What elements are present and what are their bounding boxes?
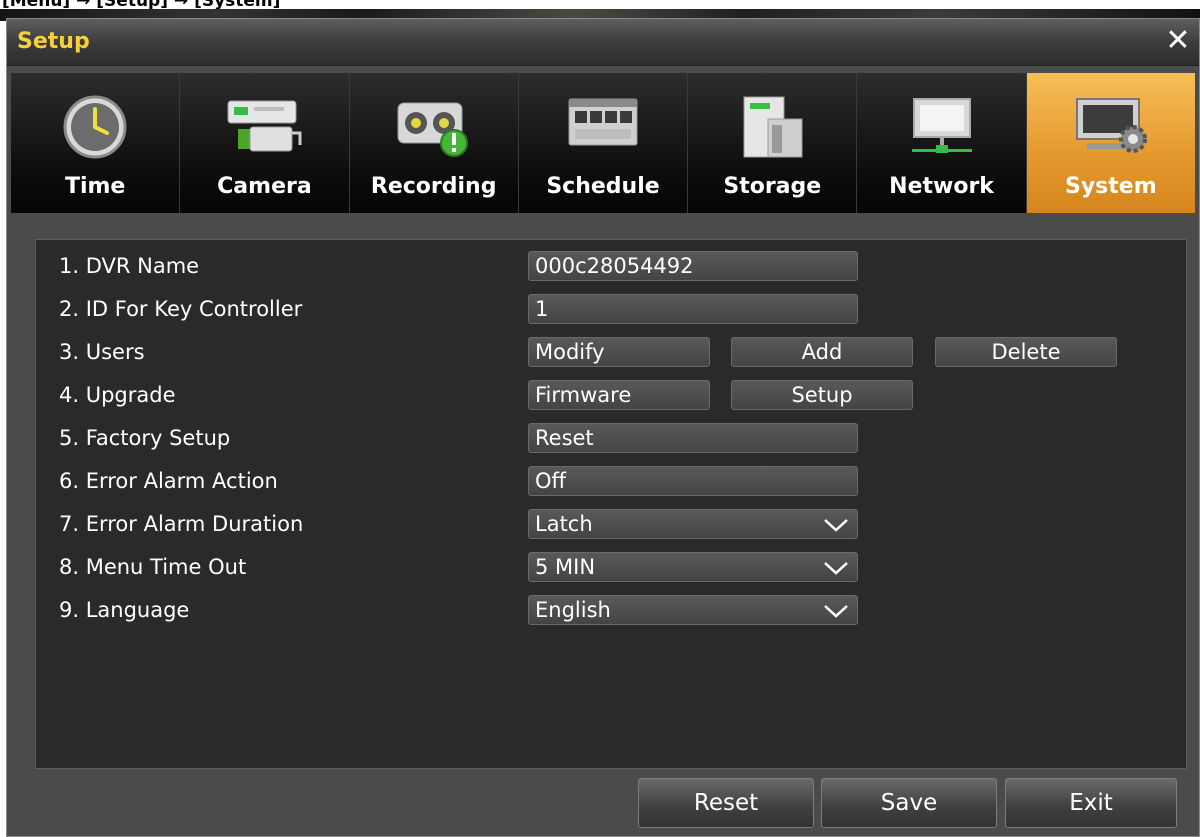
tab-time[interactable]: Time: [11, 73, 181, 213]
tab-schedule-label: Schedule: [546, 174, 660, 199]
tab-recording[interactable]: Recording: [349, 73, 519, 213]
users-add-button[interactable]: Add: [731, 337, 913, 367]
row-label-factory-setup: 5. Factory Setup: [59, 426, 231, 450]
tab-system[interactable]: System: [1026, 73, 1195, 213]
tab-storage-label: Storage: [723, 174, 822, 199]
error-alarm-duration-select[interactable]: Latch: [528, 509, 858, 539]
window-title: Setup: [17, 29, 90, 54]
tab-network[interactable]: Network: [857, 73, 1027, 213]
row-label-key-controller: 2. ID For Key Controller: [59, 297, 303, 321]
tab-storage[interactable]: Storage: [688, 73, 858, 213]
storage-icon: [743, 96, 803, 158]
tab-camera[interactable]: Camera: [180, 73, 350, 213]
language-select[interactable]: English: [528, 595, 858, 625]
language-value: English: [535, 598, 611, 622]
error-alarm-action-field[interactable]: Off: [528, 466, 858, 496]
row-label-error-alarm-action: 6. Error Alarm Action: [59, 469, 278, 493]
row-label-error-alarm-duration: 7. Error Alarm Duration: [59, 512, 304, 536]
factory-reset-button[interactable]: Reset: [528, 423, 858, 453]
network-icon: [911, 98, 972, 153]
tab-camera-label: Camera: [217, 174, 312, 199]
schedule-icon: [568, 98, 638, 146]
clock-icon: [63, 95, 127, 159]
chevron-down-icon: [824, 605, 848, 618]
upgrade-firmware-button[interactable]: Firmware: [528, 380, 710, 410]
row-label-upgrade: 4. Upgrade: [59, 383, 176, 407]
reset-button[interactable]: Reset: [638, 778, 814, 828]
tab-time-label: Time: [64, 174, 126, 199]
users-delete-button[interactable]: Delete: [935, 337, 1117, 367]
upgrade-setup-button[interactable]: Setup: [731, 380, 913, 410]
close-icon[interactable]: ✕: [1163, 26, 1193, 57]
row-label-menu-time-out: 8. Menu Time Out: [59, 555, 247, 579]
menu-time-out-value: 5 MIN: [535, 555, 596, 579]
chevron-down-icon: [824, 562, 848, 575]
tab-system-label: System: [1065, 174, 1157, 199]
row-label-language: 9. Language: [59, 598, 190, 622]
tab-schedule[interactable]: Schedule: [518, 73, 689, 213]
setup-window: Setup ✕ Time Camera Recording Schedule S…: [6, 18, 1200, 837]
error-alarm-duration-value: Latch: [535, 512, 593, 536]
tab-recording-label: Recording: [370, 174, 497, 199]
chevron-down-icon: [824, 519, 848, 532]
camera-icon: [227, 100, 302, 152]
title-bar: Setup ✕: [7, 19, 1199, 66]
row-label-dvr-name: 1. DVR Name: [59, 254, 200, 278]
dvr-name-field[interactable]: 000c28054492: [528, 251, 858, 281]
category-tabs: Time Camera Recording Schedule Storage N…: [11, 73, 1195, 213]
menu-time-out-select[interactable]: 5 MIN: [528, 552, 858, 582]
system-icon: [1075, 98, 1147, 153]
key-controller-id-field[interactable]: 1: [528, 294, 858, 324]
exit-button[interactable]: Exit: [1005, 778, 1177, 828]
row-label-users: 3. Users: [59, 340, 145, 364]
recording-icon: [397, 102, 468, 157]
users-modify-button[interactable]: Modify: [528, 337, 710, 367]
tab-network-label: Network: [889, 174, 994, 199]
save-button[interactable]: Save: [821, 778, 997, 828]
